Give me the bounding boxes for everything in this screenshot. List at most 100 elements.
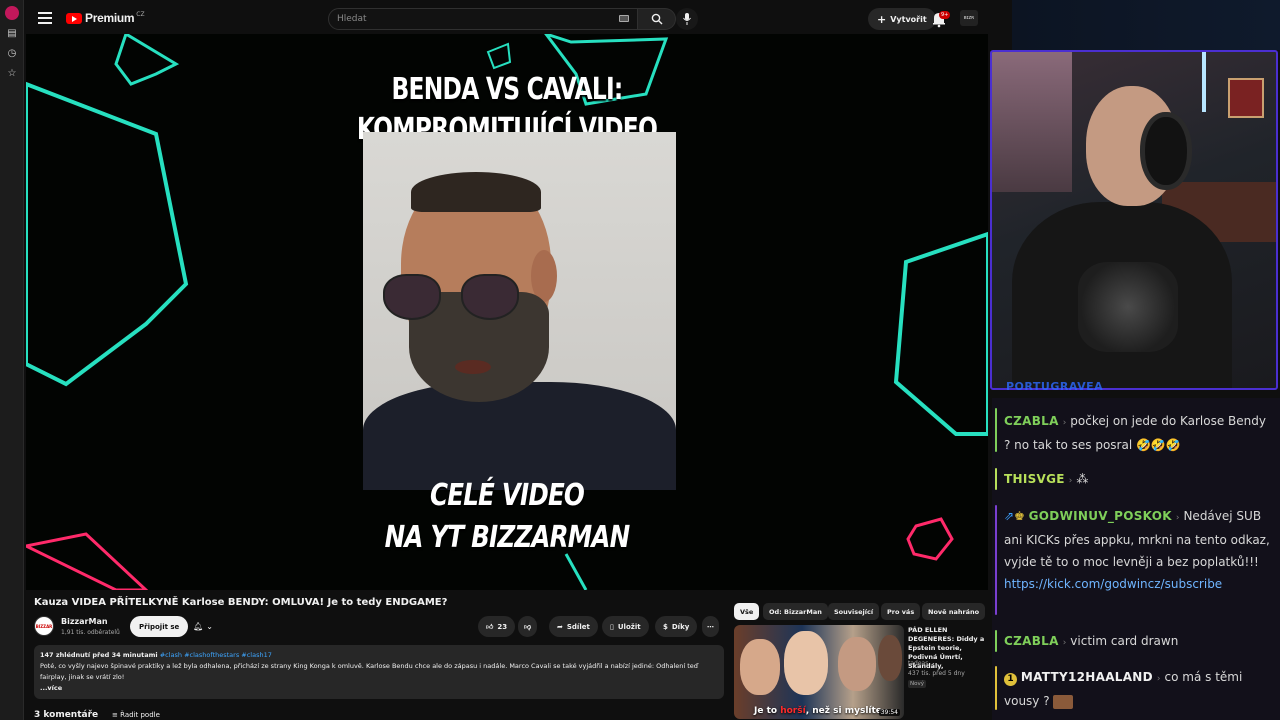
headphones-icon: [1140, 112, 1192, 190]
dislike-button[interactable]: 👎︎: [518, 616, 538, 637]
share-icon: ➦: [557, 622, 563, 631]
sort-comments-button[interactable]: ≡ Řadit podle: [112, 711, 160, 719]
search-input[interactable]: [337, 14, 577, 24]
chat-username[interactable]: MATTY12HAALAND: [1021, 670, 1153, 684]
subscription-bell-button[interactable]: 🔔︎ ⌄: [186, 617, 220, 636]
save-button[interactable]: ▯ Uložit: [602, 616, 649, 637]
chat-link[interactable]: https://kick.com/godwincz/subscribe: [1004, 577, 1222, 591]
stream-background: [1012, 0, 1280, 50]
chip-for-you[interactable]: Pro vás: [881, 603, 921, 620]
chat-separator: ›: [1175, 513, 1180, 523]
youtube-logo[interactable]: Premium CZ: [66, 11, 145, 25]
history-icon[interactable]: ◷: [0, 44, 24, 62]
description-box[interactable]: 147 zhlédnutí před 34 minutami #clash #c…: [34, 645, 724, 699]
person-hair: [411, 172, 541, 212]
save-label: Uložit: [617, 622, 641, 631]
search-button[interactable]: [638, 8, 676, 30]
star-icon[interactable]: ☆: [0, 64, 24, 82]
watch-title: Kauza VIDEA PŘÍTELKYNĚ Karlose BENDY: OM…: [34, 597, 448, 608]
chip-recently-uploaded[interactable]: Nově nahráno: [922, 603, 986, 620]
thanks-label: Díky: [671, 622, 690, 631]
sort-label: Řadit podle: [120, 711, 160, 719]
voice-search-button[interactable]: [676, 8, 698, 30]
rank-badge-icon: 1: [1004, 673, 1017, 686]
recommended-thumbnail[interactable]: Je to horší, než si myslíte 39:54: [734, 625, 904, 719]
keyboard-icon[interactable]: [619, 15, 629, 22]
chat-bar-1: [995, 408, 997, 452]
bell-icon: 🔔︎: [193, 622, 204, 631]
description-text: Poté, co vyšly najevo špinavé praktiky a…: [40, 662, 698, 681]
cam-light: [1202, 52, 1206, 112]
chevron-down-icon: ⌄: [206, 622, 213, 631]
shirt-print: [1078, 262, 1178, 352]
plus-icon: +: [877, 12, 887, 26]
join-button[interactable]: Připojit se: [130, 616, 189, 637]
description-tags[interactable]: #clash #clashofthestars #clash17: [160, 651, 272, 659]
crown-badge-icon: ♚: [1014, 509, 1025, 523]
video-title-line-1: BENDA VS CAVALI:: [391, 72, 623, 107]
person-mouth: [455, 360, 491, 374]
emote-icon: [1053, 694, 1074, 709]
chat-username[interactable]: GODWINUV_POSKOK: [1029, 509, 1172, 523]
browser-side-rail: ▤ ◷ ☆: [0, 0, 24, 720]
chat-username[interactable]: CZABLA: [1004, 414, 1059, 428]
chip-from-channel[interactable]: Od: BizzarMan: [763, 603, 828, 620]
chat-text: ⁂: [1076, 472, 1089, 486]
chat-bar-5: [995, 666, 997, 710]
create-label: Vytvořit: [890, 14, 927, 24]
chat-separator: ›: [1062, 638, 1067, 648]
chat-message: CZABLA › victim card drawn: [1004, 630, 1274, 654]
library-icon[interactable]: ▤: [0, 24, 24, 42]
chat-bar-4: [995, 630, 997, 652]
sunglasses-left-lens: [383, 274, 441, 320]
sunglasses-right-lens: [461, 274, 519, 320]
thumbnail-caption: Je to horší, než si myslíte: [754, 706, 882, 716]
account-avatar[interactable]: ʙɪᴢʀ: [960, 10, 978, 26]
more-actions-button[interactable]: ⋯: [702, 616, 719, 637]
channel-name[interactable]: BizzarMan: [61, 617, 108, 626]
video-cta-line-1: CELÉ VIDEO: [429, 478, 585, 513]
brand-label: Premium: [85, 11, 135, 25]
thumbs-up-icon: 👍︎: [486, 623, 494, 631]
thanks-button[interactable]: $ Díky: [655, 616, 698, 637]
video-player[interactable]: BENDA VS CAVALI: KOMPROMITUJÍCÍ VIDEO CE…: [26, 34, 988, 590]
description-meta: 147 zhlédnutí před 34 minutami: [40, 651, 158, 659]
description-more[interactable]: ...více: [40, 683, 718, 694]
search-box[interactable]: [328, 8, 638, 30]
screen: ▤ ◷ ☆ Premium CZ + Vytvořit 9+ ʙɪᴢʀ: [0, 0, 1280, 720]
recommended-meta: 437 tis. před 5 dny: [908, 670, 965, 677]
chat-username[interactable]: CZABLA: [1004, 634, 1059, 648]
thumb-face-3: [838, 637, 876, 691]
search-icon: [651, 13, 662, 25]
more-icon: ⋯: [707, 622, 714, 631]
create-button[interactable]: + Vytvořit: [868, 8, 936, 30]
chip-all[interactable]: Vše: [734, 603, 760, 620]
chip-related[interactable]: Související: [828, 603, 880, 620]
share-button[interactable]: ➦ Sdílet: [549, 616, 598, 637]
webcam-feed: [990, 50, 1278, 390]
video-cta-line-2: NA YT BIZZARMAN: [384, 520, 631, 555]
sort-icon: ≡: [112, 711, 118, 719]
chat-message: CZABLA › počkej on jede do Karlose Bendy ?…: [1004, 410, 1274, 456]
webcam-overlay-label: PORTUGRAVEA: [1006, 380, 1104, 393]
chat-bar-2: [995, 468, 997, 490]
channel-avatar[interactable]: BIZZAR: [34, 616, 54, 636]
notification-count-badge: 9+: [939, 11, 951, 19]
like-button[interactable]: 👍︎ 23: [478, 616, 516, 637]
chat-bar-3: [995, 505, 997, 615]
like-count: 23: [497, 622, 508, 631]
chat-text: victim card drawn: [1070, 634, 1179, 648]
microphone-icon: [683, 13, 691, 25]
chat-separator: ›: [1062, 418, 1067, 428]
chat-separator: ›: [1068, 476, 1073, 486]
menu-icon[interactable]: [38, 12, 52, 24]
cam-window: [992, 52, 1072, 192]
chat-username[interactable]: THISVGE: [1004, 472, 1065, 486]
share-label: Sdílet: [566, 622, 590, 631]
thanks-icon: $: [663, 622, 668, 631]
app-logo-icon[interactable]: [4, 6, 19, 20]
new-badge: Nový: [908, 680, 926, 688]
cam-wall-picture: [1228, 78, 1264, 118]
recommended-channel[interactable]: tadeas: [908, 660, 928, 667]
chat-message: 1 MATTY12HAALAND › co má s těmi vousy ?: [1004, 666, 1274, 712]
